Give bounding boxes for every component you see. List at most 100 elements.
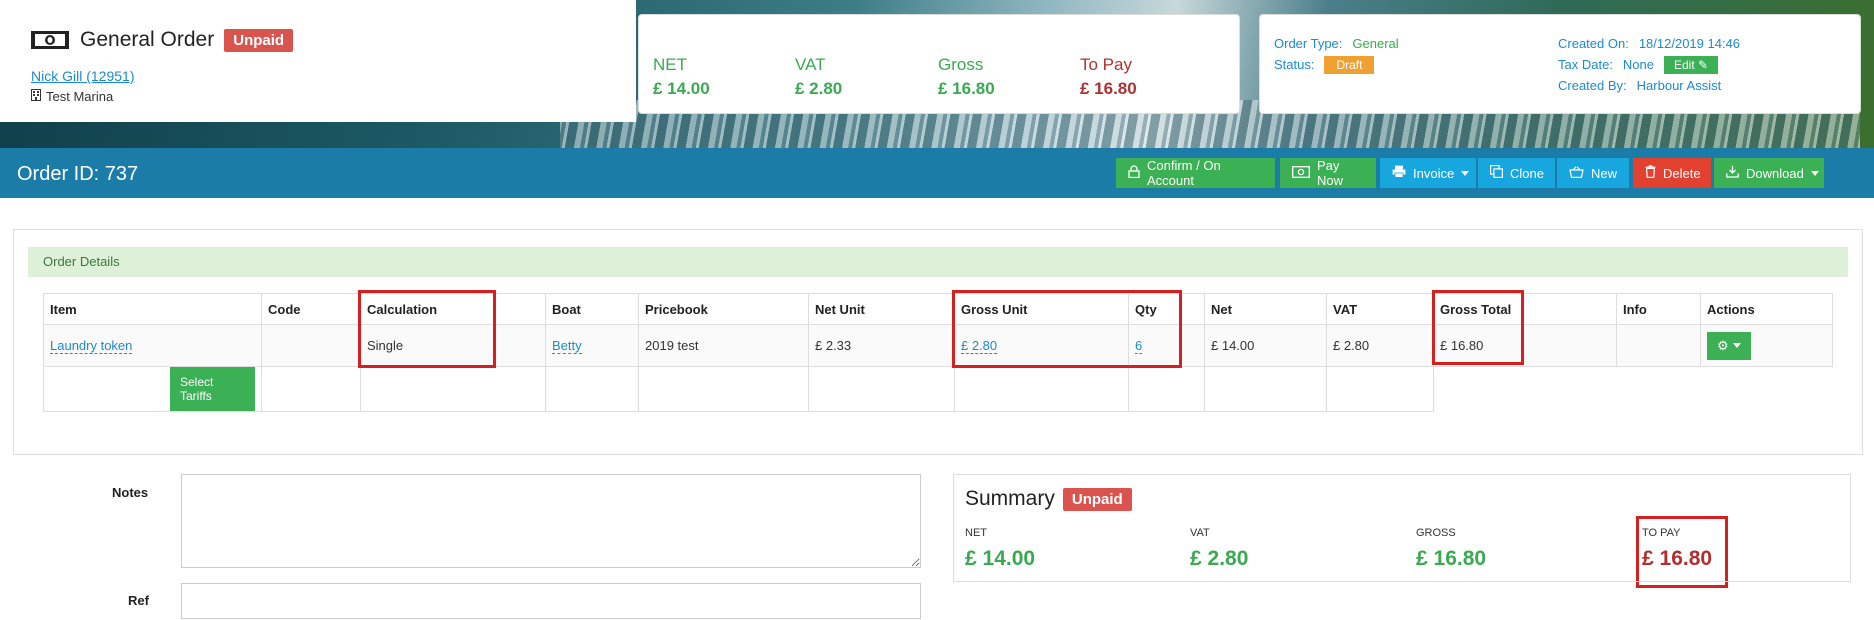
total-vat: VAT £ 2.80 xyxy=(795,55,842,99)
cell-net: £ 14.00 xyxy=(1204,324,1327,367)
building-icon xyxy=(31,89,41,104)
order-id: Order ID: 737 xyxy=(17,163,139,185)
trash-icon xyxy=(1645,165,1656,181)
edit-icon: ✎ xyxy=(1698,58,1709,72)
marina-label: Test Marina xyxy=(46,89,114,104)
total-to-pay: To Pay £ 16.80 xyxy=(1080,55,1137,99)
order-type-row: Order Type: General xyxy=(1274,36,1399,51)
total-net-label: NET xyxy=(653,55,687,74)
total-to-pay-value: £ 16.80 xyxy=(1080,79,1137,98)
summary-heading: Summary xyxy=(965,487,1055,510)
cell-empty xyxy=(1326,366,1434,412)
cell-empty xyxy=(1617,367,1701,412)
created-by-row: Created By: Harbour Assist xyxy=(1558,78,1721,93)
cell-empty xyxy=(261,366,361,412)
cell-empty xyxy=(1434,367,1617,412)
chevron-down-icon xyxy=(1732,343,1741,348)
created-by-value: Harbour Assist xyxy=(1636,78,1722,93)
basket-icon xyxy=(1569,165,1584,181)
total-gross-label: Gross xyxy=(938,55,984,74)
created-by-label: Created By: xyxy=(1558,78,1627,93)
order-type-label: Order Type: xyxy=(1274,36,1343,51)
notes-label: Notes xyxy=(112,485,149,500)
cell-add-item: Select Tariffs xyxy=(43,366,262,412)
edit-tax-date-button[interactable]: Edit ✎ xyxy=(1664,56,1719,74)
printer-icon xyxy=(1392,165,1406,181)
total-gross-value: £ 16.80 xyxy=(938,79,995,98)
chevron-down-icon xyxy=(1461,170,1470,176)
cell-empty xyxy=(1128,366,1205,412)
draft-badge: Draft xyxy=(1324,56,1375,74)
cell-item: Laundry token xyxy=(43,324,262,367)
download-button[interactable]: Download xyxy=(1714,158,1824,188)
summary-gross-value: £ 16.80 xyxy=(1416,547,1487,570)
total-gross: Gross £ 16.80 xyxy=(938,55,995,99)
lock-icon xyxy=(1128,165,1140,181)
cell-empty xyxy=(808,366,955,412)
ref-label: Ref xyxy=(128,593,149,608)
summary-gross-label: GROSS xyxy=(1416,527,1456,539)
cell-empty xyxy=(360,366,546,412)
ref-input[interactable] xyxy=(181,583,921,619)
col-header-code: Code xyxy=(261,293,361,325)
notes-textarea[interactable] xyxy=(181,474,921,568)
cell-empty xyxy=(1701,367,1833,412)
summary-status-badge: Unpaid xyxy=(1062,487,1132,511)
created-on-label: Created On: xyxy=(1558,36,1629,51)
order-meta-card: Order Type: General Status: Draft Created … xyxy=(1259,14,1861,114)
boat-link[interactable]: Betty xyxy=(552,338,582,354)
status-row: Status: Draft xyxy=(1274,56,1375,74)
pay-now-label: Pay Now xyxy=(1317,158,1344,188)
cell-vat: £ 2.80 xyxy=(1326,324,1434,367)
col-header-net-unit: Net Unit xyxy=(808,293,955,325)
summary-vat: VAT £ 2.80 xyxy=(1190,527,1248,571)
col-header-pricebook: Pricebook xyxy=(638,293,809,325)
cell-actions: ⚙ xyxy=(1700,324,1833,367)
order-details-heading: Order Details xyxy=(28,247,1848,277)
marina-name: Test Marina xyxy=(31,89,113,104)
pay-now-button[interactable]: Pay Now xyxy=(1280,158,1376,188)
invoice-label: Invoice xyxy=(1413,165,1455,181)
table-header-row: Item Code Calculation Boat Pricebook Net… xyxy=(43,293,1833,325)
order-items-table: Item Code Calculation Boat Pricebook Net… xyxy=(43,293,1833,412)
summary-card: Summary Unpaid NET £ 14.00 VAT £ 2.80 GR… xyxy=(953,474,1851,582)
customer-link[interactable]: Nick Gill (12951) xyxy=(31,68,134,84)
highlight-gross-total xyxy=(1432,290,1524,365)
col-header-actions: Actions xyxy=(1700,293,1833,325)
cell-empty xyxy=(1204,366,1327,412)
delete-button[interactable]: Delete xyxy=(1633,158,1711,188)
cell-empty xyxy=(954,366,1129,412)
summary-net-label: NET xyxy=(965,527,987,539)
select-tariffs-button[interactable]: Select Tariffs xyxy=(170,367,255,411)
download-icon xyxy=(1726,165,1739,181)
order-title-card: General Order Unpaid Nick Gill (12951) T… xyxy=(0,0,636,122)
invoice-button[interactable]: Invoice xyxy=(1380,158,1476,188)
confirm-label: Confirm / On Account xyxy=(1147,158,1221,188)
confirm-on-account-button[interactable]: Confirm / On Account xyxy=(1116,158,1275,188)
total-vat-value: £ 2.80 xyxy=(795,79,843,98)
cell-info xyxy=(1616,324,1701,367)
table-row: Laundry token Single Betty 2019 test £ 2… xyxy=(43,324,1833,367)
copy-icon xyxy=(1490,165,1504,181)
new-order-button[interactable]: New xyxy=(1557,158,1629,188)
row-actions-button[interactable]: ⚙ xyxy=(1707,331,1751,360)
delete-label: Delete xyxy=(1663,165,1701,181)
order-title: General Order Unpaid xyxy=(30,28,294,52)
gear-icon: ⚙ xyxy=(1717,337,1729,353)
col-header-info: Info xyxy=(1616,293,1701,325)
col-header-boat: Boat xyxy=(545,293,639,325)
highlight-gross-unit-qty xyxy=(952,290,1182,368)
item-link[interactable]: Laundry token xyxy=(50,338,133,354)
summary-to-pay-label: TO PAY xyxy=(1642,527,1681,539)
status-badge: Unpaid xyxy=(224,28,294,52)
clone-button[interactable]: Clone xyxy=(1478,158,1555,188)
cell-empty xyxy=(545,366,639,412)
tax-date-value: None xyxy=(1622,57,1654,72)
summary-net: NET £ 14.00 xyxy=(965,527,1035,571)
cell-code xyxy=(261,324,361,367)
tax-date-row: Tax Date: None Edit ✎ xyxy=(1558,56,1719,74)
summary-gross: GROSS £ 16.80 xyxy=(1416,527,1486,571)
summary-vat-value: £ 2.80 xyxy=(1190,547,1249,570)
download-label: Download xyxy=(1746,165,1804,181)
cell-empty xyxy=(638,366,809,412)
